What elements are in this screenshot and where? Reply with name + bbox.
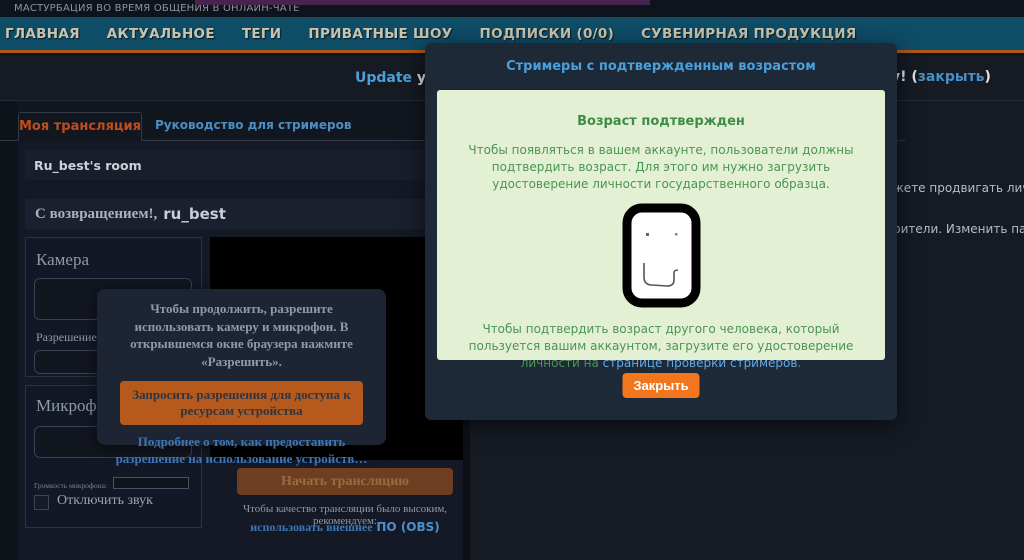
nav-item-tags[interactable]: ТЕГИ — [242, 26, 282, 42]
obs-link-part1[interactable]: использовать внешнее — [250, 520, 372, 534]
modal-close-button[interactable]: Закрыть — [623, 373, 700, 398]
modal-title: Стримеры с подтвержденным возрастом — [425, 59, 897, 74]
mute-label: Отключить звук — [57, 493, 153, 509]
nav-item-subscriptions[interactable]: ПОДПИСКИ (0/0) — [479, 26, 614, 42]
banner-right-paren: ) — [985, 69, 991, 85]
welcome-prefix: С возвращением!, — [35, 206, 157, 223]
welcome-bar: С возвращением!, ru_best — [25, 199, 463, 229]
permission-message: Чтобы продолжить, разрешите использовать… — [97, 300, 386, 370]
right-panel-text-2: рители. Изменить параметр — [893, 222, 1024, 236]
resolution-label: Разрешение — [36, 330, 97, 345]
permission-help-link[interactable]: Подробнее о том, как предоставить разреш… — [97, 434, 386, 468]
purple-accent-strip — [195, 0, 650, 5]
page-root: МАСТУРБАЦИЯ ВО ВРЕМЯ ОБЩЕНИЯ В ОНЛАЙН-ЧА… — [0, 0, 1024, 560]
banner-close-link[interactable]: закрыть — [918, 69, 985, 85]
id-card-icon — [622, 203, 701, 308]
mute-checkbox[interactable] — [34, 495, 49, 510]
tab-streamer-guide[interactable]: Руководство для стримеров — [155, 118, 351, 132]
camera-label: Камера — [36, 250, 89, 270]
nav-item-home[interactable]: ГЛАВНАЯ — [5, 26, 80, 42]
left-gutter — [0, 101, 18, 560]
room-header: Ru_best's room — [25, 150, 463, 180]
streamer-verification-link[interactable]: странице проверки стримеров — [603, 356, 798, 370]
obs-link-part2[interactable]: ПО (OBS) — [376, 520, 439, 534]
nav-item-featured[interactable]: АКТУАЛЬНОЕ — [107, 26, 215, 42]
room-title: Ru_best's room — [34, 158, 142, 173]
modal-green-panel: Возраст подтвержден Чтобы появляться в в… — [437, 90, 885, 360]
modal-body2-suffix: . — [797, 356, 801, 370]
right-panel-text-1: жете продвигать личный с — [893, 181, 1024, 195]
modal-body-text-1: Чтобы появляться в вашем аккаунте, польз… — [444, 142, 878, 192]
start-broadcast-button[interactable]: Начать трансляцию — [237, 468, 453, 495]
tab-my-broadcast[interactable]: Моя трансляция — [18, 112, 142, 141]
obs-link-line: использовать внешнее ПО (OBS) — [213, 520, 477, 535]
mic-volume-slider[interactable] — [113, 477, 189, 489]
update-word: Update — [355, 70, 412, 86]
nav-item-merch[interactable]: СУВЕНИРНАЯ ПРОДУКЦИЯ — [641, 26, 857, 42]
age-verification-modal: Стримеры с подтвержденным возрастом Возр… — [425, 43, 897, 420]
permission-tooltip: Чтобы продолжить, разрешите использовать… — [97, 289, 386, 445]
modal-body-text-2: Чтобы подтвердить возраст другого челове… — [451, 321, 871, 371]
age-verified-heading: Возраст подтвержден — [437, 114, 885, 129]
banner-right-text: y! (закрыть) — [891, 69, 991, 85]
mic-volume-label: Громкость микрофона: — [34, 481, 107, 490]
welcome-username: ru_best — [163, 205, 226, 223]
tab-my-broadcast-label: Моя трансляция — [19, 119, 141, 134]
request-permissions-button[interactable]: Запросить разрешения для доступа к ресур… — [120, 381, 363, 425]
nav-item-private-shows[interactable]: ПРИВАТНЫЕ ШОУ — [308, 26, 452, 42]
